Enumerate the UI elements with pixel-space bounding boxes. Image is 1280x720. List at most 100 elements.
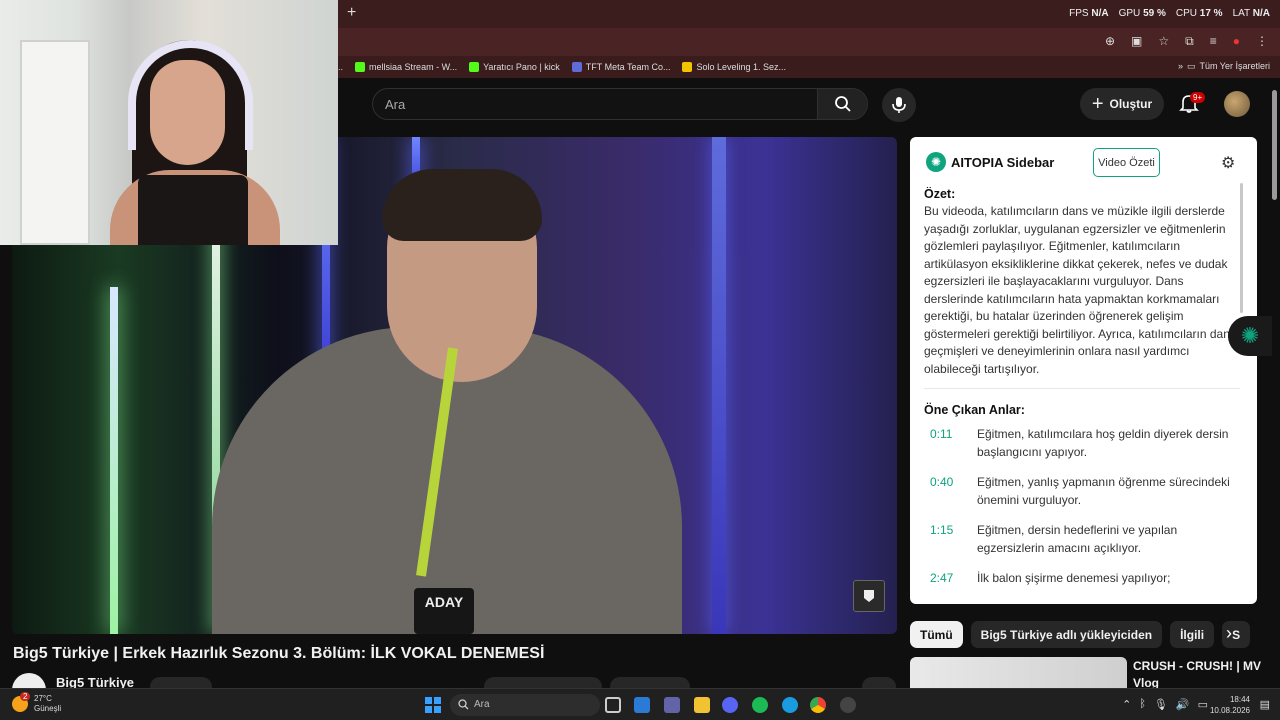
spotify-icon[interactable]: [752, 697, 768, 713]
search-button[interactable]: [817, 89, 867, 119]
notifications-badge: 9+: [1190, 92, 1206, 103]
summary-heading: Özet:: [924, 187, 956, 201]
app-icon[interactable]: [840, 697, 856, 713]
new-tab-button[interactable]: +: [347, 4, 356, 22]
clock-time: 18:44: [1229, 695, 1250, 704]
store-icon[interactable]: [634, 697, 650, 713]
weather-desc: Güneşli: [34, 704, 62, 713]
discord-icon[interactable]: [722, 697, 738, 713]
bookmark-favicon-icon: [571, 62, 582, 72]
filter-chip[interactable]: Tümü: [910, 621, 963, 648]
moment-item[interactable]: 1:15 Eğitmen, dersin hedeflerini ve yapıl…: [930, 521, 1240, 557]
neon-light: [712, 137, 726, 634]
edge-icon[interactable]: [782, 697, 798, 713]
performance-overlay: FPS N/A GPU 59 % CPU 17 % LAT N/A: [1069, 8, 1270, 19]
volume-icon[interactable]: 🔊: [1176, 698, 1190, 711]
create-label: Oluştur: [1109, 97, 1153, 111]
create-button[interactable]: + Oluştur: [1080, 88, 1164, 120]
clock-date: 10.08.2026: [1209, 706, 1250, 715]
filter-chip[interactable]: İlgili: [1170, 621, 1215, 648]
moment-timestamp[interactable]: 0:40: [930, 473, 977, 509]
microphone-icon[interactable]: 🎙: [1154, 698, 1168, 711]
zoom-icon[interactable]: ⊕: [1105, 34, 1115, 49]
aitopia-scrollbar[interactable]: [1240, 183, 1243, 313]
battery-icon[interactable]: ▭: [1198, 698, 1208, 711]
all-bookmarks-label[interactable]: Tüm Yer İşaretleri: [1199, 61, 1270, 72]
video-overlay-button[interactable]: [853, 580, 885, 612]
bookmark-favicon-icon: [682, 62, 693, 72]
bookmark-label: TFT Meta Team Co...: [585, 62, 671, 72]
account-avatar[interactable]: [1224, 91, 1250, 117]
search-box[interactable]: Ara: [372, 88, 868, 120]
video-summary-button[interactable]: Video Özeti: [1093, 148, 1160, 177]
cpu-readout: CPU 17 %: [1175, 8, 1223, 19]
plus-icon: +: [1091, 93, 1104, 115]
menu-icon[interactable]: ⋮: [1256, 34, 1268, 49]
cast-icon[interactable]: ▣: [1131, 34, 1142, 49]
bookmarks-more[interactable]: »: [1178, 61, 1183, 72]
contestant-tag: ADAY: [414, 588, 474, 634]
streamer-top: [138, 175, 248, 245]
notification-center-icon[interactable]: ▤: [1260, 698, 1270, 711]
background-door: [20, 40, 90, 245]
search-input[interactable]: Ara: [385, 97, 405, 112]
clock[interactable]: 18:44 10.08.2026: [1210, 694, 1250, 716]
weather-widget[interactable]: 2 27°C Güneşli: [12, 692, 62, 714]
gear-icon[interactable]: ⚙: [1221, 153, 1235, 173]
page-scrollbar[interactable]: [1272, 90, 1277, 200]
video-title: Big5 Türkiye | Erkek Hazırlık Sezonu 3. …: [13, 645, 545, 662]
reading-list-icon[interactable]: ≡: [1210, 34, 1217, 49]
gpu-readout: GPU 59 %: [1118, 8, 1166, 19]
aitopia-title: AITOPIA Sidebar: [951, 155, 1055, 170]
moment-item[interactable]: 0:11 Eğitmen, katılımcılara hoş geldin di…: [930, 425, 1240, 461]
moment-item[interactable]: 0:40 Eğitmen, yanlış yapmanın öğrenme sür…: [930, 473, 1240, 509]
start-button[interactable]: [425, 697, 441, 713]
person-hair: [382, 169, 542, 241]
aitopia-launcher-icon[interactable]: ✺: [1228, 316, 1272, 356]
badge-icon: [864, 590, 874, 602]
bookmark-star-icon[interactable]: ☆: [1158, 34, 1169, 49]
screen: + FPS N/A GPU 59 % CPU 17 % LAT N/A ⊕ ▣ …: [0, 0, 1280, 720]
bookmark-label: Solo Leveling 1. Sez...: [696, 62, 787, 72]
divider: [924, 388, 1240, 389]
bookmark-item[interactable]: Solo Leveling 1. Sez...: [682, 62, 786, 72]
search-icon: [834, 96, 851, 112]
microphone-icon: [892, 97, 906, 113]
file-explorer-icon[interactable]: [694, 697, 710, 713]
bookmark-item[interactable]: Yaratıcı Pano | kick: [469, 62, 560, 72]
bluetooth-icon[interactable]: ᛒ: [1139, 698, 1146, 711]
chevron-right-icon[interactable]: ›: [1226, 623, 1232, 644]
lat-readout: LAT N/A: [1232, 8, 1270, 19]
aitopia-content[interactable]: Özet: Bu videoda, katılımcıların dans ve…: [924, 187, 1240, 597]
moment-timestamp[interactable]: 1:15: [930, 521, 977, 557]
profile-icon[interactable]: ●: [1233, 34, 1240, 49]
bookmark-favicon-icon: [469, 62, 480, 72]
headset: [128, 40, 253, 150]
moment-timestamp[interactable]: 0:11: [930, 425, 977, 461]
voice-search-button[interactable]: [882, 88, 916, 122]
extensions-icon[interactable]: ⧉: [1185, 34, 1194, 49]
moment-timestamp[interactable]: 2:47: [930, 569, 977, 587]
teams-icon[interactable]: [664, 697, 680, 713]
recommended-title[interactable]: CRUSH - CRUSH! | MV Vlog: [1133, 658, 1263, 692]
folder-icon: ▭: [1186, 61, 1196, 71]
webcam-overlay: [0, 0, 338, 245]
bookmark-label: Yaratıcı Pano | kick: [483, 62, 560, 72]
bookmark-item[interactable]: TFT Meta Team Co...: [571, 62, 671, 72]
weather-badge: 2: [20, 692, 31, 701]
bookmark-item[interactable]: mellsiaa Stream - W...: [355, 62, 457, 72]
related-chips: Tümü Big5 Türkiye adlı yükleyiciden İlgili…: [910, 621, 1251, 648]
windows-taskbar: 2 27°C Güneşli Ara ⌃ ᛒ 🎙 🔊 ▭ 18:44 10.08…: [0, 688, 1280, 720]
moments-heading: Öne Çıkan Anlar:: [924, 403, 1025, 417]
moment-item[interactable]: 2:47 İlk balon şişirme denemesi yapılıyor…: [930, 569, 1240, 587]
bookmarks-overflow[interactable]: » ▭ Tüm Yer İşaretleri: [1178, 61, 1270, 72]
filter-chip[interactable]: Big5 Türkiye adlı yükleyiciden: [970, 621, 1163, 648]
neon-light: [110, 287, 118, 634]
moments-list: 0:11 Eğitmen, katılımcılara hoş geldin di…: [924, 425, 1240, 587]
taskbar-search[interactable]: Ara: [450, 694, 600, 716]
moment-text: Eğitmen, dersin hedeflerini ve yapılan e…: [977, 523, 1178, 555]
chevron-up-icon[interactable]: ⌃: [1122, 698, 1131, 711]
taskbar-search-input[interactable]: Ara: [474, 699, 490, 710]
task-view-icon[interactable]: [605, 697, 621, 713]
chrome-icon[interactable]: [810, 697, 826, 713]
